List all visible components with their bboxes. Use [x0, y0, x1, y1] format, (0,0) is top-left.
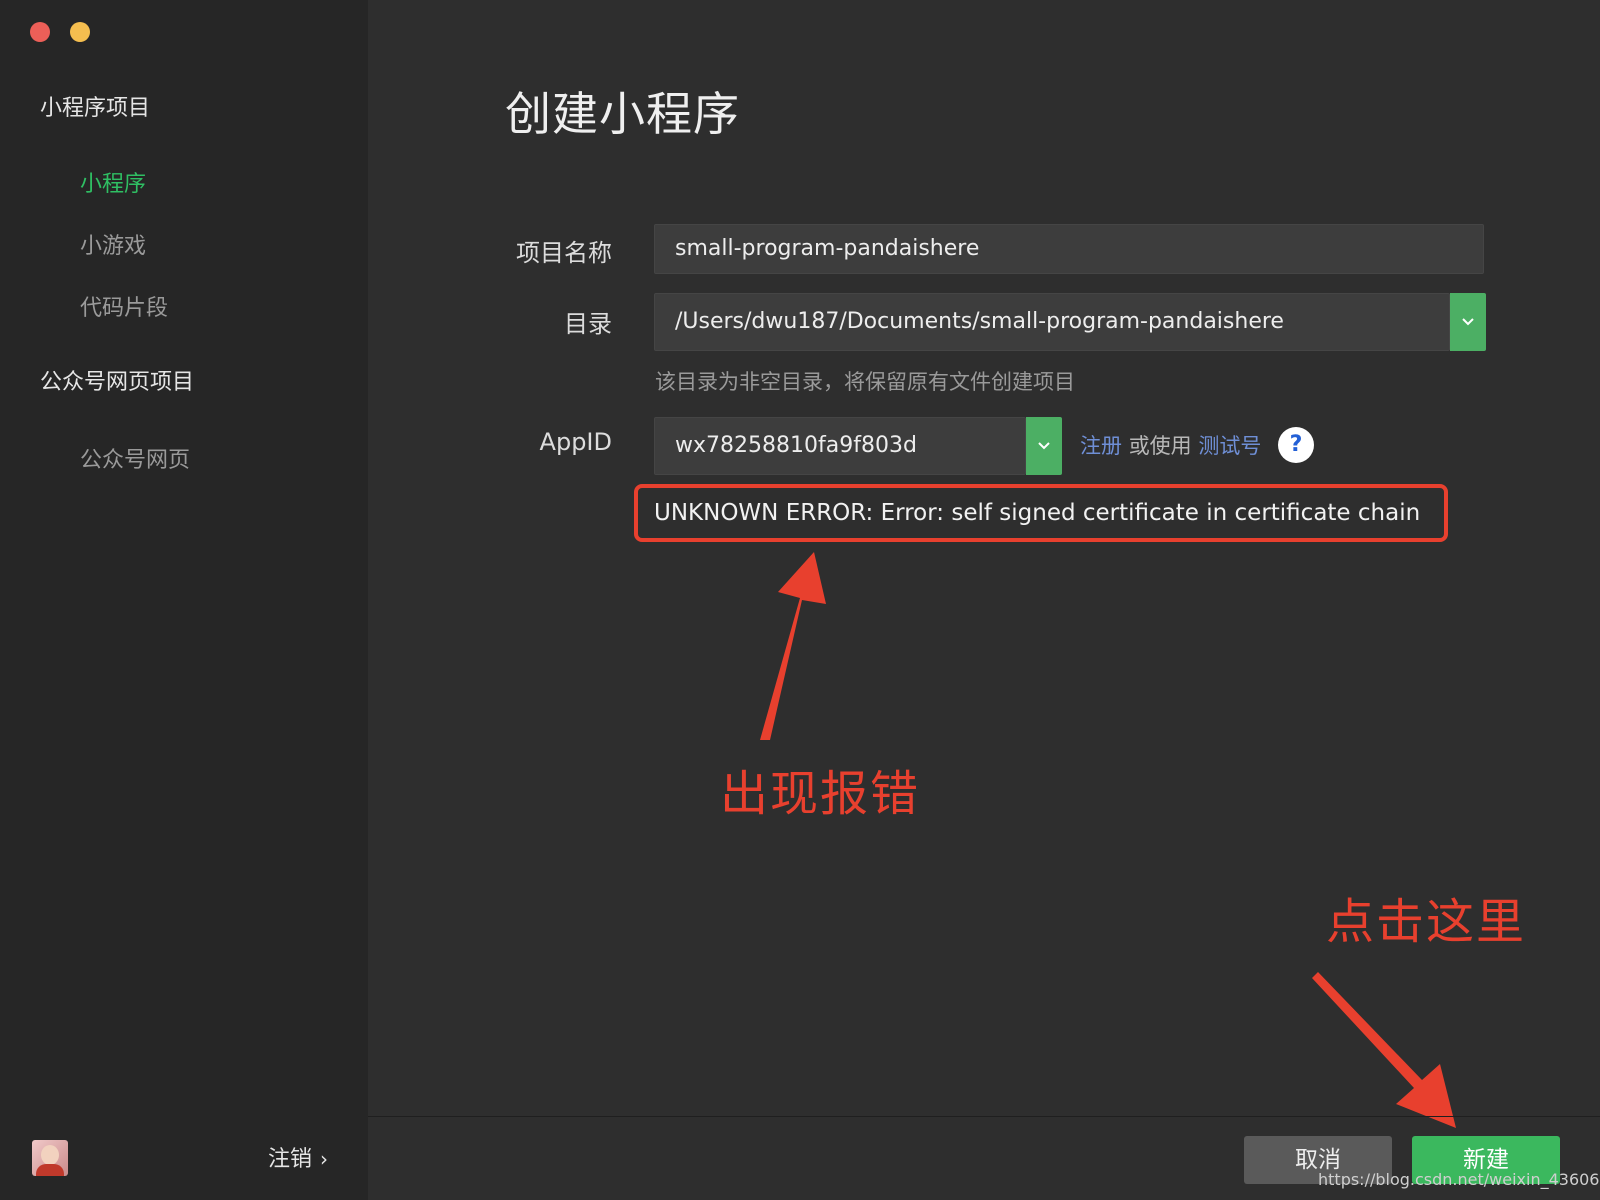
watermark: https://blog.csdn.net/weixin_43606158 [1318, 1170, 1600, 1189]
create-miniprogram-window: 小程序项目 小程序 小游戏 代码片段 公众号网页项目 公众号网页 注销 › 创建小… [0, 0, 1600, 1200]
arrow-to-error-icon [760, 552, 826, 740]
footer-divider [368, 1116, 1600, 1117]
arrow-to-create-button-icon [1312, 972, 1456, 1128]
annotation-arrows [760, 552, 1456, 1128]
